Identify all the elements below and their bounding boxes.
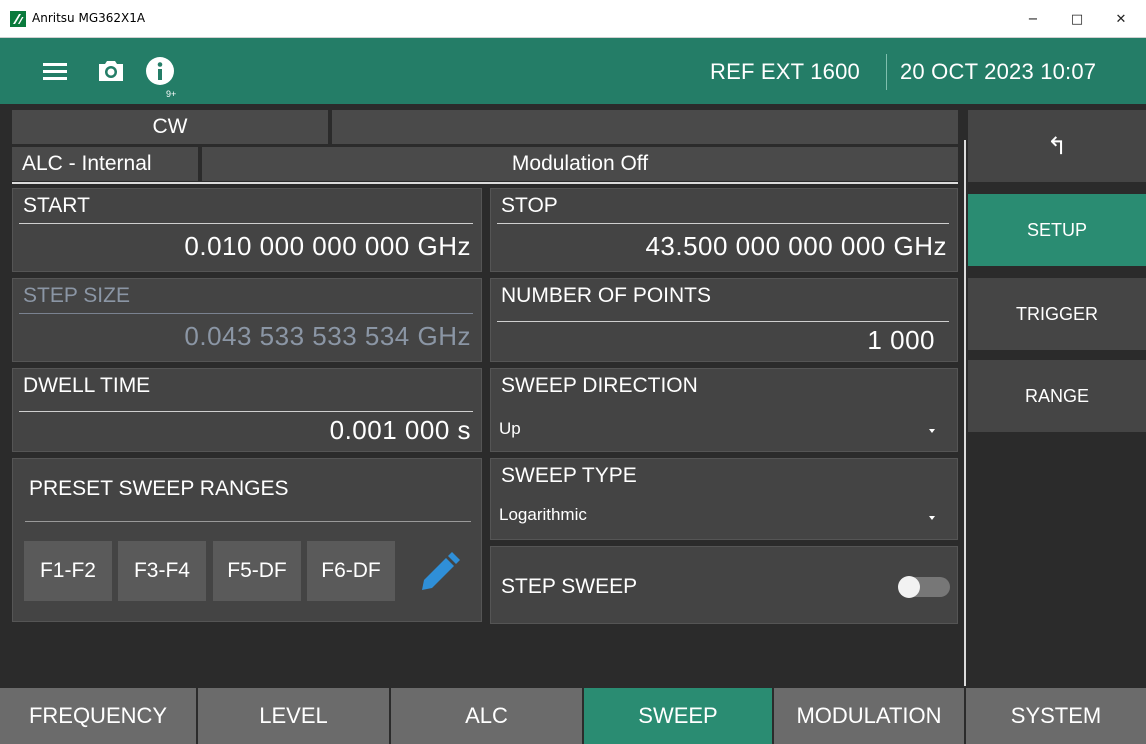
bottom-tab-bar: FREQUENCY LEVEL ALC SWEEP MODULATION SYS… (0, 688, 1146, 744)
tab-alc[interactable]: ALC (391, 688, 584, 744)
stop-label: STOP (501, 194, 558, 217)
field-divider (19, 223, 473, 224)
field-divider (497, 321, 949, 322)
maximize-button[interactable]: □ (1058, 0, 1096, 38)
minimize-button[interactable]: − (1014, 0, 1052, 38)
right-panel-divider (964, 140, 966, 686)
pencil-icon[interactable] (414, 550, 462, 598)
side-menu-label: TRIGGER (1015, 303, 1098, 324)
preset-sweep-ranges-label: PRESET SWEEP RANGES (29, 477, 289, 500)
start-label: START (23, 194, 90, 217)
sweep-type-label: SWEEP TYPE (501, 464, 637, 487)
preset-button-label: F5-DF (227, 559, 287, 582)
stop-frequency-field[interactable]: STOP 43.500 000 000 000 GHz (490, 188, 958, 272)
tab-label: SWEEP (638, 703, 718, 728)
modulation-label: Modulation Off (511, 152, 649, 175)
modulation-indicator: Modulation Off (202, 147, 958, 181)
app-header: 9+ REF EXT 1600 20 OCT 2023 10:07 (0, 38, 1146, 104)
tab-sweep[interactable]: SWEEP (584, 688, 774, 744)
camera-icon[interactable] (95, 55, 127, 87)
number-of-points-field[interactable]: NUMBER OF POINTS 1 000 (490, 278, 958, 362)
back-arrow-icon: ↰ (1046, 132, 1068, 160)
mode-detail-bar (332, 110, 958, 144)
preset-f5-df-button[interactable]: F5-DF (213, 541, 301, 601)
close-button[interactable]: ✕ (1102, 0, 1140, 38)
header-divider (886, 54, 887, 90)
field-divider (497, 223, 949, 224)
step-size-field: STEP SIZE 0.043 533 533 534 GHz (12, 278, 482, 362)
dwell-time-label: DWELL TIME (23, 374, 151, 397)
dwell-time-value: 0.001 000 s (329, 415, 471, 445)
dwell-time-field[interactable]: DWELL TIME 0.001 000 s (12, 368, 482, 452)
sweep-direction-dropdown[interactable]: SWEEP DIRECTION Up (490, 368, 958, 452)
preset-f6-df-button[interactable]: F6-DF (307, 541, 395, 601)
start-value: 0.010 000 000 000 GHz (184, 231, 471, 261)
sweep-type-value: Logarithmic (499, 505, 587, 524)
field-divider (19, 313, 473, 314)
stop-value: 43.500 000 000 000 GHz (645, 231, 947, 261)
side-menu-label: RANGE (1024, 385, 1089, 406)
tab-label: MODULATION (796, 703, 942, 728)
preset-button-label: F6-DF (321, 559, 381, 582)
tab-frequency[interactable]: FREQUENCY (0, 688, 198, 744)
side-menu-label: SETUP (1026, 219, 1087, 240)
window-title: Anritsu MG362X1A (32, 11, 146, 25)
preset-f1-f2-button[interactable]: F1-F2 (24, 541, 112, 601)
tab-system[interactable]: SYSTEM (966, 688, 1146, 744)
side-menu-trigger[interactable]: TRIGGER (968, 278, 1146, 350)
step-sweep-field: STEP SWEEP (490, 546, 958, 624)
tab-modulation[interactable]: MODULATION (774, 688, 966, 744)
back-button[interactable]: ↰ (968, 110, 1146, 182)
preset-button-label: F3-F4 (133, 559, 190, 582)
side-menu-setup[interactable]: SETUP (968, 194, 1146, 266)
window-title-bar: Anritsu MG362X1A − □ ✕ (0, 0, 1146, 38)
toggle-knob (898, 576, 920, 598)
preset-f3-f4-button[interactable]: F3-F4 (118, 541, 206, 601)
mode-indicator: CW (12, 110, 328, 144)
step-size-value: 0.043 533 533 534 GHz (184, 321, 471, 351)
tab-label: SYSTEM (1010, 703, 1102, 728)
date-time: 20 OCT 2023 10:07 (900, 59, 1097, 84)
start-frequency-field[interactable]: START 0.010 000 000 000 GHz (12, 188, 482, 272)
reference-status: REF EXT 1600 (710, 59, 860, 84)
sweep-type-dropdown[interactable]: SWEEP TYPE Logarithmic (490, 458, 958, 540)
main-content: CW ALC - Internal Modulation Off START 0… (0, 104, 1146, 688)
alc-indicator: ALC - Internal (12, 147, 198, 181)
step-size-label: STEP SIZE (23, 284, 130, 307)
mode-label: CW (152, 115, 188, 138)
status-divider (12, 182, 958, 184)
notification-badge: 9+ (166, 89, 177, 99)
number-of-points-value: 1 000 (867, 325, 935, 355)
sweep-direction-label: SWEEP DIRECTION (501, 374, 698, 397)
number-of-points-label: NUMBER OF POINTS (501, 284, 712, 307)
dropdown-arrow-icon (929, 516, 935, 520)
field-divider (19, 411, 473, 412)
field-divider (25, 521, 471, 522)
side-menu-range[interactable]: RANGE (968, 360, 1146, 432)
dropdown-arrow-icon (929, 429, 935, 433)
sweep-direction-value: Up (499, 419, 521, 438)
step-sweep-label: STEP SWEEP (501, 575, 638, 598)
preset-button-label: F1-F2 (39, 559, 96, 582)
tab-label: FREQUENCY (28, 703, 168, 728)
anritsu-logo-icon (10, 11, 26, 27)
info-icon[interactable] (144, 55, 176, 87)
tab-label: LEVEL (259, 703, 328, 728)
alc-label: ALC - Internal (22, 152, 152, 175)
menu-icon[interactable] (40, 55, 72, 87)
tab-level[interactable]: LEVEL (198, 688, 391, 744)
tab-label: ALC (465, 703, 508, 728)
